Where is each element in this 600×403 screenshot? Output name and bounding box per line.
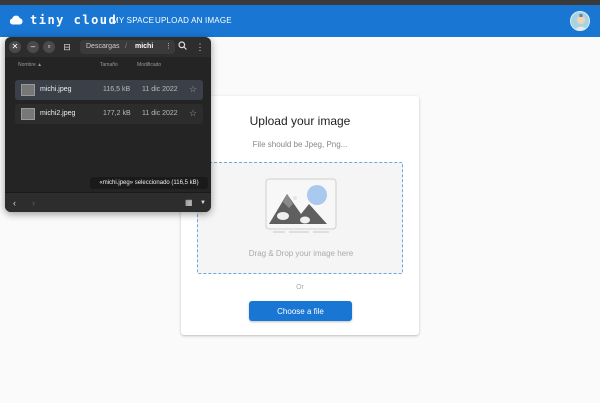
logo-text: tiny cloud <box>30 13 118 27</box>
upload-subtitle: File should be Jpeg, Png... <box>252 140 348 149</box>
back-icon[interactable]: ‹ <box>13 197 16 209</box>
file-row[interactable]: michi.jpeg 116,5 kB 11 dic 2022 ☆ <box>15 80 203 100</box>
breadcrumb-descargas[interactable]: Descargas <box>86 40 119 54</box>
search-icon[interactable] <box>176 41 188 53</box>
column-modified-header[interactable]: Modificado <box>137 62 161 68</box>
cloud-icon <box>9 15 23 25</box>
breadcrumb-separator: / <box>125 43 127 50</box>
star-icon[interactable]: ☆ <box>189 84 197 95</box>
breadcrumb: Descargas / michi ⋮ <box>80 40 175 54</box>
nav-upload-image[interactable]: UPLOAD AN IMAGE <box>155 16 232 25</box>
close-icon[interactable]: ✕ <box>9 41 21 53</box>
column-name-header[interactable]: Nombre ▲ <box>18 62 42 68</box>
nav-my-space[interactable]: MY SPACE <box>112 16 154 25</box>
new-folder-icon[interactable]: ⊟ <box>61 41 73 53</box>
forward-icon[interactable]: › <box>32 197 35 209</box>
file-chooser-window: ✕ – ▫ ⊟ Descargas / michi ⋮ ⋮ Nombre ▲ T… <box>5 37 211 212</box>
file-name: michi2.jpeg <box>40 110 76 117</box>
selection-status: «michi.jpeg» seleccionado (116,5 kB) <box>90 177 208 189</box>
breadcrumb-michi[interactable]: michi <box>135 40 153 54</box>
file-row[interactable]: michi2.jpeg 177,2 kB 11 dic 2022 ☆ <box>15 104 203 124</box>
maximize-icon[interactable]: ▫ <box>43 41 55 53</box>
minimize-icon[interactable]: – <box>27 41 39 53</box>
avatar[interactable] <box>570 11 590 31</box>
menu-icon[interactable]: ⋮ <box>194 41 206 53</box>
breadcrumb-menu-icon[interactable]: ⋮ <box>165 40 172 54</box>
drop-text: Drag & Drop your image here <box>248 249 354 258</box>
file-chooser-header: ✕ – ▫ ⊟ Descargas / michi ⋮ ⋮ <box>5 37 211 57</box>
image-thumbnail-icon <box>21 84 35 96</box>
choose-file-button[interactable]: Choose a file <box>249 301 352 321</box>
or-separator: Or <box>296 284 304 291</box>
avatar-image <box>571 12 589 30</box>
column-size-header[interactable]: Tamaño <box>100 62 118 68</box>
chevron-down-icon[interactable]: ▼ <box>200 197 206 209</box>
file-name: michi.jpeg <box>40 86 72 93</box>
logo[interactable]: tiny cloud <box>9 13 117 27</box>
image-placeholder-icon <box>265 178 337 233</box>
file-date: 11 dic 2022 <box>142 86 178 93</box>
upload-title: Upload your image <box>249 114 351 128</box>
file-size: 116,5 kB <box>103 86 131 93</box>
app-bar: tiny cloud MY SPACE UPLOAD AN IMAGE <box>0 5 600 37</box>
grid-view-icon[interactable]: ▦ <box>185 197 193 209</box>
file-chooser-footer: ‹ › ▦ ▼ <box>5 192 211 212</box>
image-thumbnail-icon <box>21 108 35 120</box>
drop-zone[interactable]: Drag & Drop your image here <box>197 162 403 274</box>
file-date: 11 dic 2022 <box>142 110 178 117</box>
star-icon[interactable]: ☆ <box>189 108 197 119</box>
upload-card: Upload your image File should be Jpeg, P… <box>181 96 419 335</box>
file-size: 177,2 kB <box>103 110 131 117</box>
